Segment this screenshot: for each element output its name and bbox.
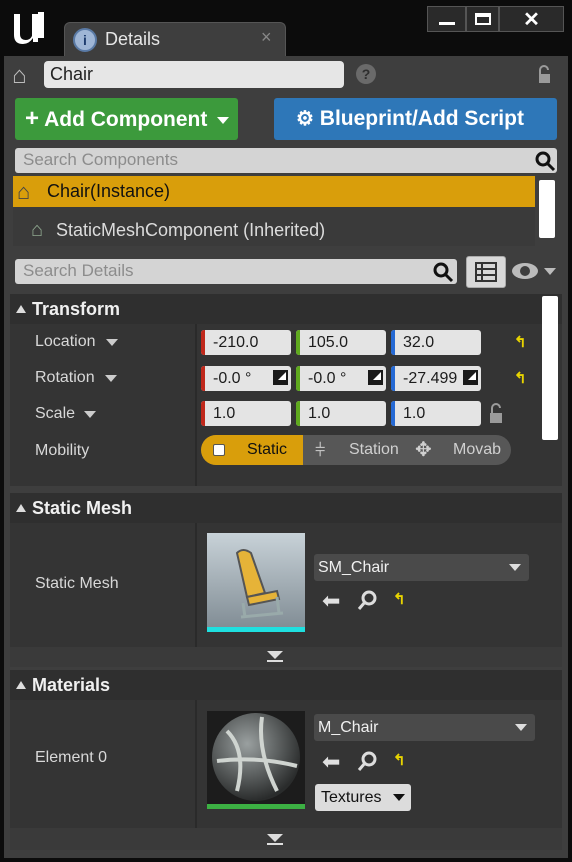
location-label: Location xyxy=(35,333,96,350)
view-options-button[interactable] xyxy=(512,262,558,282)
add-component-button[interactable]: + Add Component xyxy=(15,98,238,140)
reset-to-default-icon[interactable]: ↰ xyxy=(393,590,406,608)
move-arrows-icon: ✥ xyxy=(415,439,432,461)
chevron-down-icon xyxy=(515,724,527,731)
gears-icon: ⚙ xyxy=(296,108,314,130)
blueprint-label: Blueprint/Add Script xyxy=(319,107,524,130)
mobility-stationary-option[interactable]: ⫩ Station xyxy=(305,435,405,465)
unreal-logo-icon xyxy=(8,8,48,48)
search-icon xyxy=(534,150,556,177)
rotation-label: Rotation xyxy=(35,369,95,386)
chevron-down-icon[interactable] xyxy=(105,375,117,382)
actor-name-field[interactable]: Chair xyxy=(44,61,344,88)
column-divider xyxy=(195,700,197,828)
scale-x-field[interactable]: 1.0 xyxy=(201,401,291,426)
scale-y-field[interactable]: 1.0 xyxy=(296,401,386,426)
component-label: StaticMeshComponent (Inherited) xyxy=(56,220,326,240)
lock-icon[interactable] xyxy=(486,402,506,424)
advanced-expand-bar[interactable] xyxy=(10,647,562,667)
section-title: Transform xyxy=(32,299,121,319)
chair-thumbnail-icon xyxy=(235,549,284,619)
static-mesh-label: Static Mesh xyxy=(35,575,119,592)
close-button[interactable]: ✕ xyxy=(499,6,564,32)
materials-header[interactable]: Materials xyxy=(10,670,562,700)
transform-header[interactable]: Transform xyxy=(10,294,562,324)
chevron-down-icon xyxy=(509,564,521,571)
column-divider xyxy=(195,523,197,647)
property-matrix-button[interactable] xyxy=(466,256,506,288)
search-details-input[interactable]: Search Details xyxy=(15,259,457,284)
grid-icon xyxy=(475,262,497,282)
restore-button[interactable] xyxy=(466,6,499,32)
element-0-label: Element 0 xyxy=(35,749,108,766)
components-scrollbar[interactable] xyxy=(539,180,555,238)
expand-down-icon xyxy=(267,834,283,842)
search-icon xyxy=(432,261,454,288)
scale-label: Scale xyxy=(35,405,76,422)
browse-search-icon[interactable] xyxy=(357,589,379,616)
tab-label: Details xyxy=(105,29,161,49)
component-row-staticmesh[interactable]: ⌂ StaticMeshComponent (Inherited) xyxy=(13,214,535,246)
mobility-static-option[interactable]: Static xyxy=(201,435,303,465)
scale-z-field[interactable]: 1.0 xyxy=(391,401,481,426)
blueprint-add-script-button[interactable]: ⚙ Blueprint/Add Script xyxy=(274,98,557,140)
static-icon xyxy=(213,444,225,456)
mobility-label: Mobility xyxy=(35,442,90,459)
search-components-input[interactable]: Search Components xyxy=(15,148,557,173)
add-component-label: Add Component xyxy=(44,108,208,131)
reset-to-default-icon[interactable]: ↰ xyxy=(393,751,406,769)
spin-icon[interactable] xyxy=(273,370,288,385)
static-mesh-header[interactable]: Static Mesh xyxy=(10,493,562,523)
textures-dropdown-button[interactable]: Textures xyxy=(315,784,411,811)
staticmesh-component-icon: ⌂ xyxy=(31,219,44,241)
actor-icon: ⌂ xyxy=(12,62,27,89)
location-z-field[interactable]: 32.0 xyxy=(391,330,481,355)
material-asset-dropdown[interactable]: M_Chair xyxy=(314,714,535,741)
plus-icon: + xyxy=(25,105,40,132)
chevron-down-icon[interactable] xyxy=(84,411,96,418)
chevron-down-icon xyxy=(217,116,230,124)
lock-icon[interactable] xyxy=(534,64,554,84)
rotation-z-field[interactable]: -27.499 xyxy=(391,366,481,391)
spin-icon[interactable] xyxy=(463,370,478,385)
expand-down-icon xyxy=(267,651,283,659)
collapse-icon xyxy=(16,504,26,512)
use-selected-arrow-icon[interactable]: ⬅ xyxy=(322,749,340,775)
tab-close-icon[interactable]: × xyxy=(261,27,272,48)
component-label: Chair(Instance) xyxy=(47,181,171,201)
actor-icon: ⌂ xyxy=(17,179,31,204)
static-mesh-asset-dropdown[interactable]: SM_Chair xyxy=(314,554,529,581)
help-icon[interactable]: ? xyxy=(356,64,376,84)
stationary-icon: ⫩ xyxy=(315,440,326,460)
chevron-down-icon[interactable] xyxy=(106,339,118,346)
tab-details[interactable]: i Details × xyxy=(64,22,286,58)
material-sphere-icon xyxy=(212,713,300,801)
advanced-expand-bar[interactable] xyxy=(10,828,562,850)
reset-to-default-icon[interactable]: ↰ xyxy=(514,369,527,387)
eye-icon xyxy=(512,263,538,279)
rotation-y-field[interactable]: -0.0 ° xyxy=(296,366,386,391)
spin-icon[interactable] xyxy=(368,370,383,385)
location-y-field[interactable]: 105.0 xyxy=(296,330,386,355)
column-divider xyxy=(195,324,197,486)
info-icon: i xyxy=(73,28,97,52)
reset-to-default-icon[interactable]: ↰ xyxy=(514,333,527,351)
mobility-movable-option[interactable]: ✥ Movab xyxy=(407,435,509,465)
collapse-icon xyxy=(16,681,26,689)
component-row-instance[interactable]: ⌂ Chair(Instance) xyxy=(13,176,535,207)
section-title: Materials xyxy=(32,675,111,695)
static-mesh-thumbnail[interactable] xyxy=(207,533,305,632)
section-title: Static Mesh xyxy=(32,498,133,518)
details-scrollbar[interactable] xyxy=(542,296,558,440)
collapse-icon xyxy=(16,305,26,313)
use-selected-arrow-icon[interactable]: ⬅ xyxy=(322,588,340,614)
minimize-button[interactable] xyxy=(427,6,466,32)
rotation-x-field[interactable]: -0.0 ° xyxy=(201,366,291,391)
browse-search-icon[interactable] xyxy=(357,750,379,777)
chevron-down-icon xyxy=(393,794,405,801)
chevron-down-icon xyxy=(544,268,556,275)
material-thumbnail[interactable] xyxy=(207,711,305,809)
location-x-field[interactable]: -210.0 xyxy=(201,330,291,355)
